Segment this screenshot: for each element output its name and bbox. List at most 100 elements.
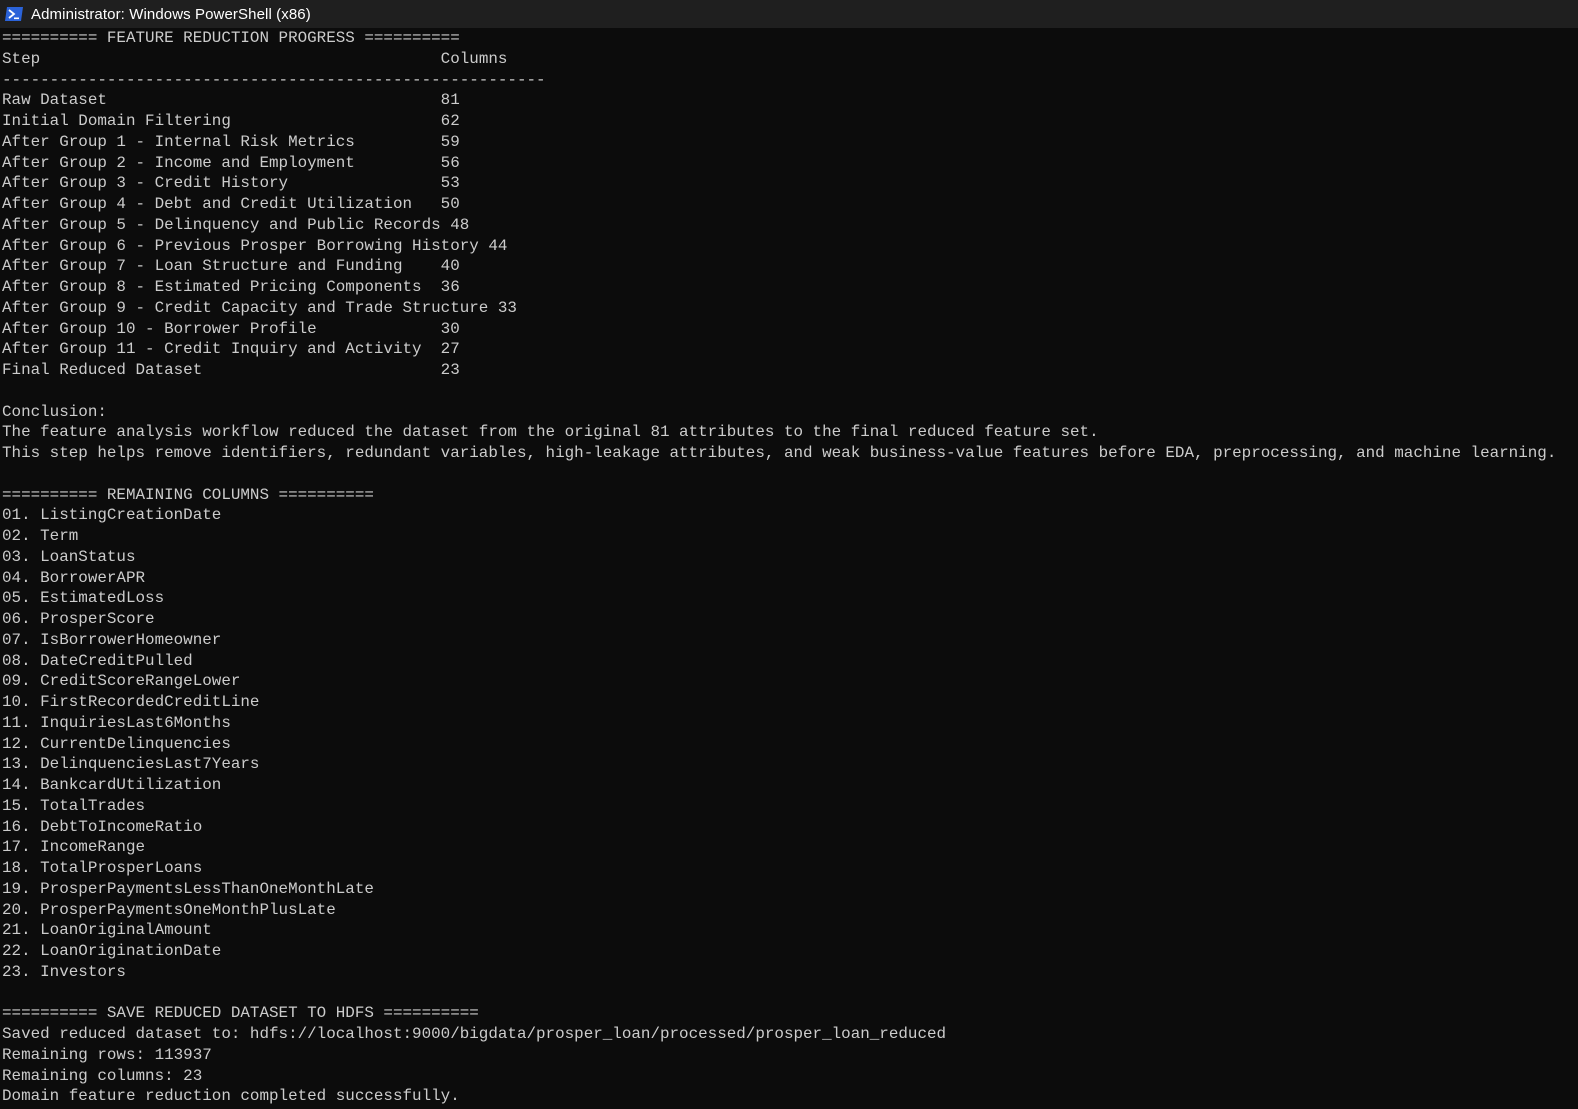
progress-step: After Group 3 - Credit History: [2, 174, 289, 193]
remaining-column-item: 23. Investors: [2, 962, 126, 981]
progress-columns-count: 36: [440, 278, 460, 296]
remaining-column-item: 07. IsBorrowerHomeowner: [2, 630, 222, 649]
remaining-column-item: 03. LoanStatus: [2, 547, 136, 566]
column-padding: [231, 112, 441, 130]
column-padding: [422, 340, 441, 358]
progress-columns-count: 50: [440, 195, 460, 213]
title-bar[interactable]: Administrator: Windows PowerShell (x86): [0, 0, 1578, 28]
save-banner: ========== SAVE REDUCED DATASET TO HDFS …: [2, 1004, 479, 1023]
progress-step: After Group 6 - Previous Prosper Borrowi…: [2, 236, 479, 255]
progress-row: After Group 4 - Debt and Credit Utilizat…: [2, 194, 1578, 215]
remaining-column-item: 21. LoanOriginalAmount: [2, 921, 212, 940]
progress-columns-count: 23: [440, 361, 460, 379]
column-padding: [412, 195, 441, 213]
progress-step: After Group 9 - Credit Capacity and Trad…: [2, 298, 489, 317]
progress-step: Initial Domain Filtering: [2, 112, 231, 130]
column-padding: [317, 320, 441, 338]
header-columns: Columns: [440, 49, 508, 68]
remaining-columns-line: Remaining columns: 23: [2, 1066, 203, 1085]
column-padding: [403, 257, 441, 275]
remaining-column-item: 12. CurrentDelinquencies: [2, 734, 231, 753]
progress-row: After Group 2 - Income and Employment 56: [2, 153, 1578, 174]
progress-row: After Group 1 - Internal Risk Metrics 59: [2, 132, 1578, 153]
progress-columns-count: 53: [440, 174, 460, 193]
window-title: Administrator: Windows PowerShell (x86): [31, 5, 311, 23]
progress-columns-count: 27: [440, 340, 460, 359]
remaining-column-item: 01. ListingCreationDate: [2, 506, 222, 525]
remaining-column-item: 15. TotalTrades: [2, 796, 146, 815]
remaining-column-item: 22. LoanOriginationDate: [2, 942, 222, 960]
progress-row: After Group 7 - Loan Structure and Fundi…: [2, 256, 1578, 277]
progress-step: After Group 4 - Debt and Credit Utilizat…: [2, 195, 413, 213]
remaining-column-item: 14. BankcardUtilization: [2, 776, 222, 794]
progress-columns-count: 59: [440, 132, 460, 151]
progress-step: After Group 2 - Income and Employment: [2, 153, 355, 172]
conclusion-label: Conclusion:: [2, 402, 107, 421]
remaining-column-item: 19. ProsperPaymentsLessThanOneMonthLate: [2, 879, 374, 898]
saved-path-line: Saved reduced dataset to: hdfs://localho…: [2, 1025, 947, 1043]
column-padding: [441, 216, 451, 234]
column-padding: [288, 174, 441, 192]
conclusion-line-1: The feature analysis workflow reduced th…: [2, 423, 1099, 442]
progress-step: After Group 8 - Estimated Pricing Compon…: [2, 278, 422, 296]
column-padding: [107, 91, 441, 109]
progress-columns-count: 81: [440, 91, 460, 110]
progress-row: Final Reduced Dataset 23: [2, 360, 1578, 381]
powershell-icon: [5, 7, 23, 21]
remaining-banner: ========== REMAINING COLUMNS ==========: [2, 485, 374, 504]
header-step: Step: [2, 49, 41, 68]
progress-row: After Group 11 - Credit Inquiry and Acti…: [2, 339, 1578, 360]
column-padding: [422, 278, 441, 296]
progress-row: After Group 6 - Previous Prosper Borrowi…: [2, 236, 1578, 257]
progress-columns-count: 40: [440, 257, 460, 276]
progress-row: After Group 10 - Borrower Profile 30: [2, 319, 1578, 340]
progress-banner: ========== FEATURE REDUCTION PROGRESS ==…: [2, 29, 460, 47]
progress-row: After Group 3 - Credit History 53: [2, 173, 1578, 194]
progress-step: After Group 10 - Borrower Profile: [2, 319, 317, 338]
progress-table: Raw Dataset 81 Initial Domain Filtering 6…: [2, 90, 1578, 381]
progress-separator: ----------------------------------------…: [2, 70, 546, 89]
column-padding: [488, 299, 498, 317]
progress-step: After Group 7 - Loan Structure and Fundi…: [2, 257, 403, 276]
progress-row: Initial Domain Filtering 62: [2, 111, 1578, 132]
remaining-rows-line: Remaining rows: 113937: [2, 1045, 212, 1064]
progress-columns-count: 56: [440, 153, 460, 172]
remaining-column-item: 10. FirstRecordedCreditLine: [2, 693, 260, 711]
progress-row: After Group 5 - Delinquency and Public R…: [2, 215, 1578, 236]
column-padding: [202, 361, 440, 379]
remaining-column-item: 20. ProsperPaymentsOneMonthPlusLate: [2, 900, 336, 919]
progress-row: Raw Dataset 81: [2, 90, 1578, 111]
remaining-column-item: 18. TotalProsperLoans: [2, 859, 203, 877]
progress-step: After Group 5 - Delinquency and Public R…: [2, 215, 441, 234]
remaining-column-item: 06. ProsperScore: [2, 610, 155, 628]
progress-step: Raw Dataset: [2, 91, 107, 110]
progress-columns-count: 30: [440, 319, 460, 338]
progress-step: After Group 1 - Internal Risk Metrics: [2, 132, 355, 151]
column-padding: [355, 133, 441, 151]
progress-columns-count: 48: [450, 215, 470, 234]
remaining-column-item: 09. CreditScoreRangeLower: [2, 672, 241, 691]
progress-row: After Group 9 - Credit Capacity and Trad…: [2, 298, 1578, 319]
remaining-column-item: 08. DateCreditPulled: [2, 651, 193, 670]
progress-row: After Group 8 - Estimated Pricing Compon…: [2, 277, 1578, 298]
remaining-column-item: 02. Term: [2, 527, 79, 545]
column-padding: [479, 237, 489, 255]
remaining-column-item: 17. IncomeRange: [2, 838, 146, 857]
remaining-column-item: 11. InquiriesLast6Months: [2, 713, 231, 732]
progress-columns-count: 62: [440, 112, 460, 130]
completion-line: Domain feature reduction completed succe…: [2, 1087, 460, 1106]
remaining-columns-list: 01. ListingCreationDate 02. Term 03. LoanS…: [2, 505, 1578, 982]
progress-columns-count: 44: [488, 236, 508, 255]
column-padding: [355, 154, 441, 172]
progress-columns-count: 33: [497, 298, 517, 317]
remaining-column-item: 16. DebtToIncomeRatio: [2, 817, 203, 836]
conclusion-line-2: This step helps remove identifiers, redu…: [2, 444, 1557, 462]
console-output[interactable]: ========== FEATURE REDUCTION PROGRESS ==…: [2, 28, 1578, 1109]
remaining-column-item: 04. BorrowerAPR: [2, 568, 146, 587]
powershell-window: Administrator: Windows PowerShell (x86) …: [0, 0, 1578, 1109]
remaining-column-item: 05. EstimatedLoss: [2, 589, 165, 608]
progress-header: Step Columns: [2, 49, 1578, 70]
